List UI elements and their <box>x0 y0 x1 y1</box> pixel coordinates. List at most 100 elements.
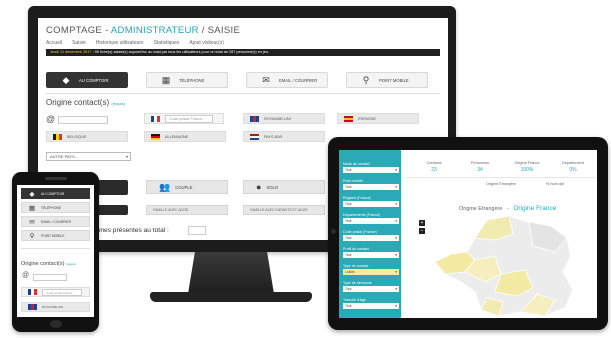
nav-statistiques[interactable]: Statistiques <box>154 40 180 46</box>
phone-speaker <box>45 177 67 180</box>
email-input[interactable] <box>58 116 108 124</box>
chevron-down-icon: ▾ <box>125 154 128 159</box>
phone-lang-royaume-uni-label: ROYAUME-UNI <box>42 305 64 309</box>
filter-profil-value: Tout <box>345 253 352 257</box>
couple-icon: 👥 <box>159 181 171 192</box>
chevron-down-icon: ▾ <box>395 253 397 257</box>
solo-button[interactable]: ● SOLO <box>243 180 325 194</box>
filter-tranche-age-select[interactable]: Tout ▾ <box>343 303 399 309</box>
total-persons-input[interactable] <box>188 226 206 235</box>
page-title: COMPTAGE - ADMINISTRATEUR / SAISIE <box>46 25 240 36</box>
famille-enfants-ados-button[interactable]: FAMILLE AVEC ENFANTS ET ADOS <box>243 205 325 215</box>
autre-pays-value: AUTRE PAYS... <box>50 154 79 159</box>
couple-button[interactable]: 👥 COUPLE <box>146 180 228 194</box>
phone-telephone-button[interactable]: ▦ TÉLÉPHONE <box>21 202 90 213</box>
phone-email-label: EMAIL / COURRIER <box>41 219 72 224</box>
nav-accueil[interactable]: Accueil <box>46 40 62 46</box>
point-mobile-button[interactable]: ⚲ POINT MOBILE <box>346 72 428 88</box>
at-icon: @ <box>46 114 56 124</box>
lang-allemagne-button[interactable]: ALLEMAGNE <box>144 131 226 142</box>
au-comptoir-button[interactable]: ◆ AU COMPTOIR <box>46 72 128 88</box>
filter-mode-contact-value: Tout <box>345 168 352 172</box>
phone-at-icon: @ <box>22 272 30 279</box>
origin-france-option[interactable]: Origine France <box>513 205 556 212</box>
phone-postal-input[interactable]: Code postal France... <box>42 288 82 296</box>
origin-hint: (requis) <box>111 101 125 106</box>
telephone-button[interactable]: ▦ TÉLÉPHONE <box>146 72 228 88</box>
phone-point-mobile-button[interactable]: ⚲ POINT MOBILE <box>21 230 90 241</box>
france-flag-icon <box>28 289 37 295</box>
origin-toggle[interactable]: Origine Etrangère - Origine France <box>459 205 556 212</box>
belgium-flag-icon <box>53 133 62 140</box>
origin-title: Origine contact(s) (requis) <box>46 98 125 107</box>
stat-origine-france-value: 100% <box>520 167 534 173</box>
phone-lang-royaume-uni-button[interactable]: ROYAUME-UNI <box>21 302 90 312</box>
phone-au-comptoir-label: AU COMPTOIR <box>41 191 65 196</box>
filter-departements-select[interactable]: Tout ▾ <box>343 218 399 224</box>
stat-departement-value: 0% <box>569 167 577 173</box>
autre-pays-select[interactable]: AUTRE PAYS... ▾ <box>46 152 131 161</box>
chevron-down-icon: ▾ <box>395 287 397 291</box>
france-map[interactable] <box>425 216 595 318</box>
nav-historique[interactable]: Historique utilisateurs <box>96 40 144 46</box>
phone-origin-title-text: Origine contact(s) <box>21 261 65 267</box>
filter-type-demande-value: Tout <box>345 287 352 291</box>
filter-mode-contact-select[interactable]: Tout ▾ <box>343 167 399 173</box>
point-mobile-label: POINT MOBILE <box>379 77 409 83</box>
chevron-down-icon: ▾ <box>395 185 397 189</box>
germany-flag-icon <box>151 133 160 140</box>
divider <box>46 93 440 94</box>
filter-type-contact-label: Type de contact <box>343 264 369 268</box>
origin-etrangere-option[interactable]: Origine Etrangère <box>459 206 502 212</box>
postal-code-input[interactable]: Code postal France... <box>165 114 213 123</box>
filter-regions-label: Régions (France) <box>343 196 371 200</box>
filter-type-demande-select[interactable]: Tout ▾ <box>343 286 399 292</box>
total-persons-text: onnes présentes au total : <box>93 227 169 234</box>
filter-type-contact-select[interactable]: Loisirs ▾ <box>343 269 399 275</box>
lang-royaume-uni-button[interactable]: ROYAUME-UNI <box>243 113 325 124</box>
phone-origin-title: Origine contact(s) (requis) <box>21 261 76 267</box>
chevron-down-icon: ▾ <box>395 202 397 206</box>
envelope-icon: ✉ <box>262 75 270 85</box>
filter-sidebar <box>339 150 401 318</box>
title-prefix: COMPTAGE - <box>46 25 111 36</box>
stat-origine-etrangere-label: Origine Etrangère <box>486 182 516 186</box>
famille-ados-button[interactable]: FAMILLE AVEC ADOS <box>146 205 228 215</box>
phone-au-comptoir-button[interactable]: ◆ AU COMPTOIR <box>21 188 90 199</box>
famille-ados-caption: FAMILLE AVEC ADOS <box>153 208 189 212</box>
lang-belgique-button[interactable]: BELGIQUE <box>46 131 128 142</box>
phone-divider <box>21 248 90 249</box>
filter-point-mobile-select[interactable]: Tout ▾ <box>343 184 399 190</box>
au-comptoir-label: AU COMPTOIR <box>79 77 109 83</box>
couple-label: COUPLE <box>175 184 193 190</box>
stat-departement-label: Département <box>562 161 584 165</box>
lang-espagne-button[interactable]: ESPAGNE <box>337 113 419 124</box>
postal-code-field[interactable]: Code postal France... <box>144 113 224 124</box>
title-suffix: / SAISIE <box>198 25 241 36</box>
stats-divider <box>405 177 595 178</box>
filter-regions-select[interactable]: Tout ▾ <box>343 201 399 207</box>
tablet-screen: Mode de contact Tout ▾ Point mobile Tout ▾… <box>339 150 597 318</box>
nav-ajout-visiteur[interactable]: Ajout visiteur(s) <box>189 40 223 46</box>
chevron-down-icon: ▾ <box>395 219 397 223</box>
filter-code-postal-value: Tout <box>345 236 352 240</box>
phone-postal-field[interactable]: Code postal France... <box>21 287 90 297</box>
netherlands-flag-icon <box>250 133 259 140</box>
nav-saisie[interactable]: Saisie <box>72 40 86 46</box>
phone-email-button[interactable]: ✉ EMAIL / COURRIER <box>21 216 90 227</box>
email-courrier-button[interactable]: ✉ EMAIL / COURRIER <box>246 72 328 88</box>
filter-departements-value: Tout <box>345 219 352 223</box>
stat-origine-france-label: Origine France <box>514 161 540 165</box>
lang-pays-bas-button[interactable]: PAYS-BAS <box>243 131 325 142</box>
phone-origin-hint: (requis) <box>65 262 77 266</box>
filter-tranche-age-label: Tranche d'âge <box>343 298 366 302</box>
phone-email-input[interactable] <box>33 274 67 281</box>
phone-home-button <box>50 320 62 328</box>
phone-point-mobile-label: POINT MOBILE <box>41 233 65 238</box>
phone-icon: ▦ <box>28 204 36 212</box>
filter-point-mobile-value: Tout <box>345 185 352 189</box>
main-nav: Accueil Saisie Historique utilisateurs S… <box>46 40 224 46</box>
monitor-stand <box>188 252 274 294</box>
filter-code-postal-select[interactable]: Tout ▾ <box>343 235 399 241</box>
filter-profil-select[interactable]: Tout ▾ <box>343 252 399 258</box>
